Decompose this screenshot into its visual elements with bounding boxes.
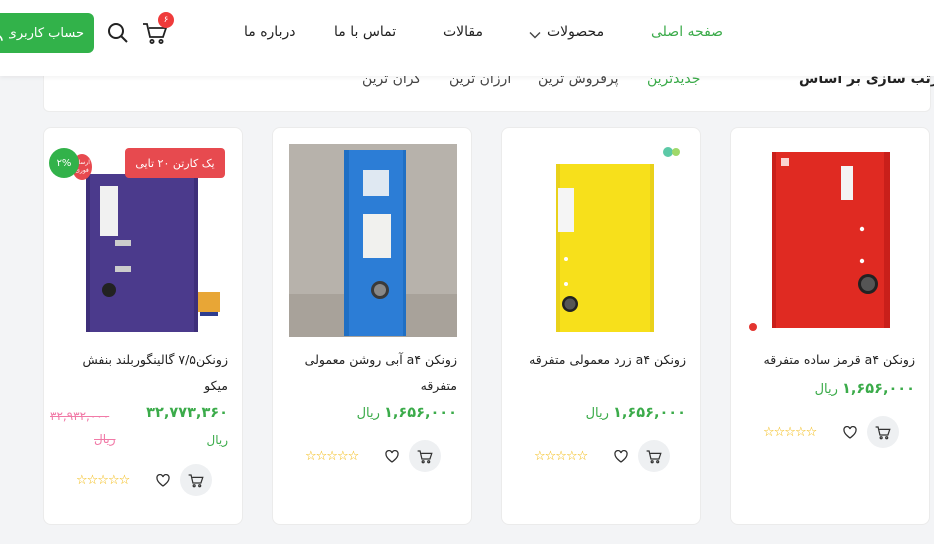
- account-label: حساب کاربری: [9, 25, 84, 41]
- product-card[interactable]: یک کارتن ۲۰ تایی ارسال فوری ۲% زونکن۷/۵ …: [43, 127, 243, 525]
- product-title[interactable]: زونکن a۴ قرمز ساده متفرقه: [743, 347, 915, 373]
- product-title[interactable]: زونکن a۴ زرد معمولی متفرقه: [514, 347, 686, 373]
- cart-icon: [188, 473, 204, 487]
- add-to-cart-button[interactable]: [180, 464, 212, 496]
- price-value: ۱,۶۵۶,۰۰۰: [613, 405, 686, 421]
- old-price: ۳۲,۹۳۲,۰۰۰: [50, 409, 110, 423]
- chevron-down-icon: [529, 32, 541, 39]
- rating-stars: ☆☆☆☆☆: [763, 425, 817, 440]
- user-icon: [0, 35, 3, 41]
- product-card[interactable]: زونکن a۴ زرد معمولی متفرقه ۱,۶۵۶,۰۰۰ ریا…: [501, 127, 701, 525]
- account-button[interactable]: حساب کاربری: [0, 13, 94, 53]
- product-image[interactable]: [289, 144, 457, 337]
- nav-products[interactable]: محصولات: [547, 24, 604, 40]
- search-icon[interactable]: [106, 21, 130, 45]
- product-image[interactable]: [518, 144, 686, 337]
- rating-stars: ☆☆☆☆☆: [76, 473, 130, 488]
- cart-icon: [875, 425, 891, 439]
- price-currency: ریال: [814, 382, 838, 397]
- product-card[interactable]: زونکن a۴ آبی روشن معمولی متفرقه ۱,۶۵۶,۰۰…: [272, 127, 472, 525]
- nav-home[interactable]: صفحه اصلی: [651, 24, 723, 40]
- price-currency: ریال: [585, 406, 609, 421]
- site-header: حساب کاربری ۶ صفحه اصلی محصولات مقالات ت…: [0, 0, 934, 76]
- cart-icon: [646, 449, 662, 463]
- heart-icon[interactable]: [843, 426, 857, 439]
- add-to-cart-button[interactable]: [409, 440, 441, 472]
- product-card[interactable]: زونکن a۴ قرمز ساده متفرقه ۱,۶۵۶,۰۰۰ ریال…: [730, 127, 930, 525]
- product-price: ۱,۶۵۶,۰۰۰ ریال: [586, 405, 686, 421]
- nav-contact[interactable]: تماس با ما: [334, 24, 396, 40]
- nav-articles[interactable]: مقالات: [443, 24, 483, 40]
- product-image[interactable]: [747, 144, 915, 337]
- cart-count-badge: ۶: [158, 12, 174, 28]
- rating-stars: ☆☆☆☆☆: [534, 449, 588, 464]
- add-to-cart-button[interactable]: [638, 440, 670, 472]
- product-price: ۱,۶۵۶,۰۰۰ ریال: [357, 405, 457, 421]
- price-currency: ریال: [206, 433, 228, 447]
- cart-icon: [417, 449, 433, 463]
- heart-icon[interactable]: [385, 450, 399, 463]
- heart-icon[interactable]: [156, 474, 170, 487]
- nav-about[interactable]: درباره ما: [244, 24, 295, 40]
- product-price: ۱,۶۵۶,۰۰۰ ریال: [815, 381, 915, 397]
- product-title[interactable]: زونکن۷/۵ گالینگوربلند بنفش میکو: [56, 347, 228, 399]
- discount-badge: ۲%: [49, 148, 79, 178]
- old-price-currency: ریال: [94, 432, 116, 446]
- add-to-cart-button[interactable]: [867, 416, 899, 448]
- heart-icon[interactable]: [614, 450, 628, 463]
- sale-tag: یک کارتن ۲۰ تایی: [125, 148, 225, 178]
- product-price: ۳۲,۷۷۳,۳۶۰: [146, 405, 228, 421]
- price-currency: ریال: [356, 406, 380, 421]
- price-value: ۳۲,۷۷۳,۳۶۰: [146, 405, 228, 421]
- price-value: ۱,۶۵۶,۰۰۰: [842, 381, 915, 397]
- price-value: ۱,۶۵۶,۰۰۰: [384, 405, 457, 421]
- rating-stars: ☆☆☆☆☆: [305, 449, 359, 464]
- product-title[interactable]: زونکن a۴ آبی روشن معمولی متفرقه: [285, 347, 457, 399]
